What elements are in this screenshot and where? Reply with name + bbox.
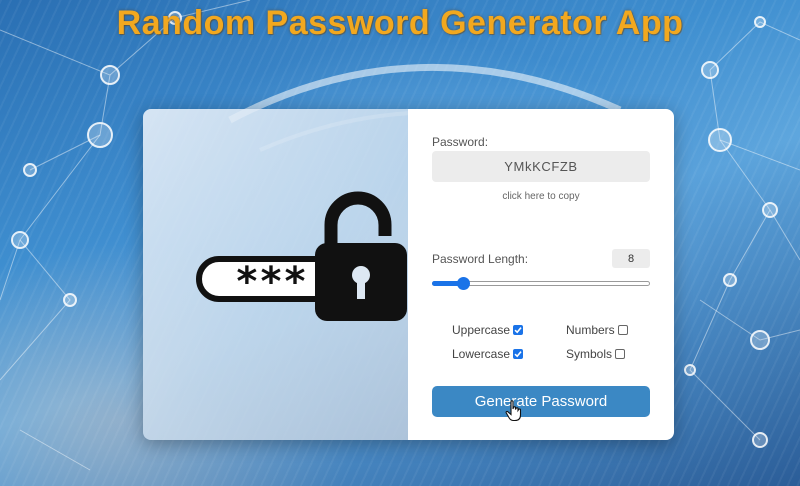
uppercase-label: Uppercase bbox=[452, 323, 511, 337]
lowercase-checkbox[interactable] bbox=[513, 349, 524, 359]
illustration-panel: *** bbox=[143, 109, 408, 440]
length-value: 8 bbox=[612, 249, 650, 268]
copy-link[interactable]: click here to copy bbox=[432, 191, 650, 202]
password-label: Password: bbox=[432, 135, 489, 149]
generate-password-button[interactable]: Generate Password bbox=[432, 386, 650, 417]
length-slider[interactable] bbox=[432, 277, 650, 290]
checkmark-icon bbox=[514, 351, 522, 358]
open-padlock-icon: *** bbox=[196, 191, 407, 321]
padlock-shackle bbox=[324, 191, 392, 247]
symbols-label: Symbols bbox=[566, 347, 613, 361]
lowercase-label: Lowercase bbox=[452, 347, 511, 361]
checkmark-icon bbox=[514, 327, 522, 334]
length-label: Password Length: bbox=[432, 252, 529, 266]
hand-pointer-icon bbox=[505, 400, 522, 422]
slider-thumb[interactable] bbox=[457, 277, 470, 290]
generator-card: *** Password: YMkKCFZB click here to cop… bbox=[143, 109, 674, 440]
numbers-checkbox[interactable] bbox=[617, 325, 628, 335]
symbols-option[interactable]: Symbols bbox=[566, 347, 626, 361]
numbers-option[interactable]: Numbers bbox=[566, 323, 628, 337]
lowercase-option[interactable]: Lowercase bbox=[452, 347, 524, 361]
uppercase-option[interactable]: Uppercase bbox=[452, 323, 524, 337]
masked-password-text: *** bbox=[235, 259, 307, 305]
settings-panel: Password: YMkKCFZB click here to copy Pa… bbox=[408, 109, 674, 440]
numbers-label: Numbers bbox=[566, 323, 615, 337]
password-output[interactable]: YMkKCFZB bbox=[432, 151, 650, 182]
uppercase-checkbox[interactable] bbox=[513, 325, 524, 335]
app-title: Random Password Generator App bbox=[116, 4, 684, 42]
symbols-checkbox[interactable] bbox=[615, 349, 626, 359]
